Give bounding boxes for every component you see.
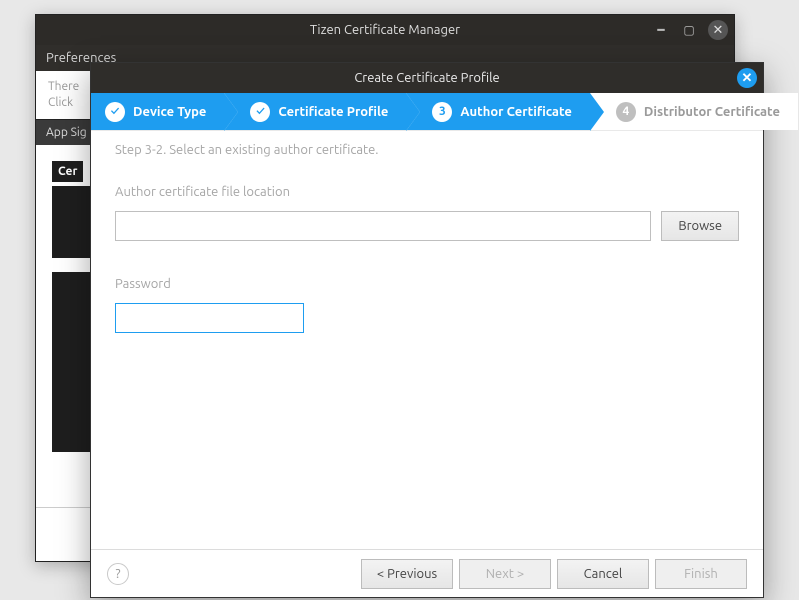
finish-button: Finish bbox=[655, 559, 747, 589]
tab-app-signing[interactable]: App Sig bbox=[36, 119, 98, 145]
hint-line-2: Click bbox=[48, 96, 73, 109]
file-location-row: Browse bbox=[115, 211, 739, 241]
help-button[interactable]: ? bbox=[107, 563, 129, 585]
cancel-button[interactable]: Cancel bbox=[557, 559, 649, 589]
step-label: Author Certificate bbox=[460, 105, 571, 119]
form-area: Author certificate file location Browse … bbox=[91, 157, 763, 333]
parent-titlebar: Tizen Certificate Manager ━ ▢ ✕ bbox=[36, 15, 734, 45]
parent-window-controls: ━ ▢ ✕ bbox=[652, 20, 728, 40]
certificate-heading: Cer bbox=[52, 161, 83, 182]
file-location-label: Author certificate file location bbox=[115, 185, 739, 199]
hint-line-1: There bbox=[48, 80, 79, 93]
step-number-badge: 3 bbox=[432, 102, 452, 122]
next-button: Next > bbox=[459, 559, 551, 589]
create-certificate-dialog: Create Certificate Profile ✕ ✓ Device Ty… bbox=[90, 62, 764, 598]
close-icon[interactable]: ✕ bbox=[708, 20, 728, 40]
step-label: Certificate Profile bbox=[278, 105, 388, 119]
browse-button[interactable]: Browse bbox=[661, 211, 739, 241]
close-icon: ✕ bbox=[742, 71, 753, 86]
step-author-certificate[interactable]: 3 Author Certificate bbox=[406, 93, 589, 130]
check-icon: ✓ bbox=[105, 102, 125, 122]
step-certificate-profile[interactable]: ✓ Certificate Profile bbox=[224, 93, 406, 130]
step-number-badge: 4 bbox=[616, 102, 636, 122]
previous-button[interactable]: < Previous bbox=[361, 559, 453, 589]
step-label: Distributor Certificate bbox=[644, 105, 780, 119]
step-device-type[interactable]: ✓ Device Type bbox=[91, 93, 224, 130]
dialog-footer: ? < Previous Next > Cancel Finish bbox=[91, 549, 763, 597]
dialog-close-button[interactable]: ✕ bbox=[737, 68, 757, 88]
parent-title: Tizen Certificate Manager bbox=[310, 23, 460, 37]
dialog-titlebar: Create Certificate Profile ✕ bbox=[91, 63, 763, 93]
footer-buttons: < Previous Next > Cancel Finish bbox=[361, 559, 747, 589]
password-input[interactable] bbox=[115, 303, 304, 333]
password-field: Password bbox=[115, 277, 739, 333]
minimize-icon[interactable]: ━ bbox=[652, 21, 670, 39]
step-description: Step 3-2. Select an existing author cert… bbox=[91, 131, 763, 157]
step-distributor-certificate: 4 Distributor Certificate bbox=[590, 93, 798, 130]
step-label: Device Type bbox=[133, 105, 206, 119]
maximize-icon[interactable]: ▢ bbox=[680, 21, 698, 39]
file-location-input[interactable] bbox=[115, 211, 651, 241]
wizard-steps: ✓ Device Type ✓ Certificate Profile 3 Au… bbox=[91, 93, 763, 131]
check-icon: ✓ bbox=[250, 102, 270, 122]
dialog-title: Create Certificate Profile bbox=[354, 71, 499, 85]
password-label: Password bbox=[115, 277, 739, 291]
